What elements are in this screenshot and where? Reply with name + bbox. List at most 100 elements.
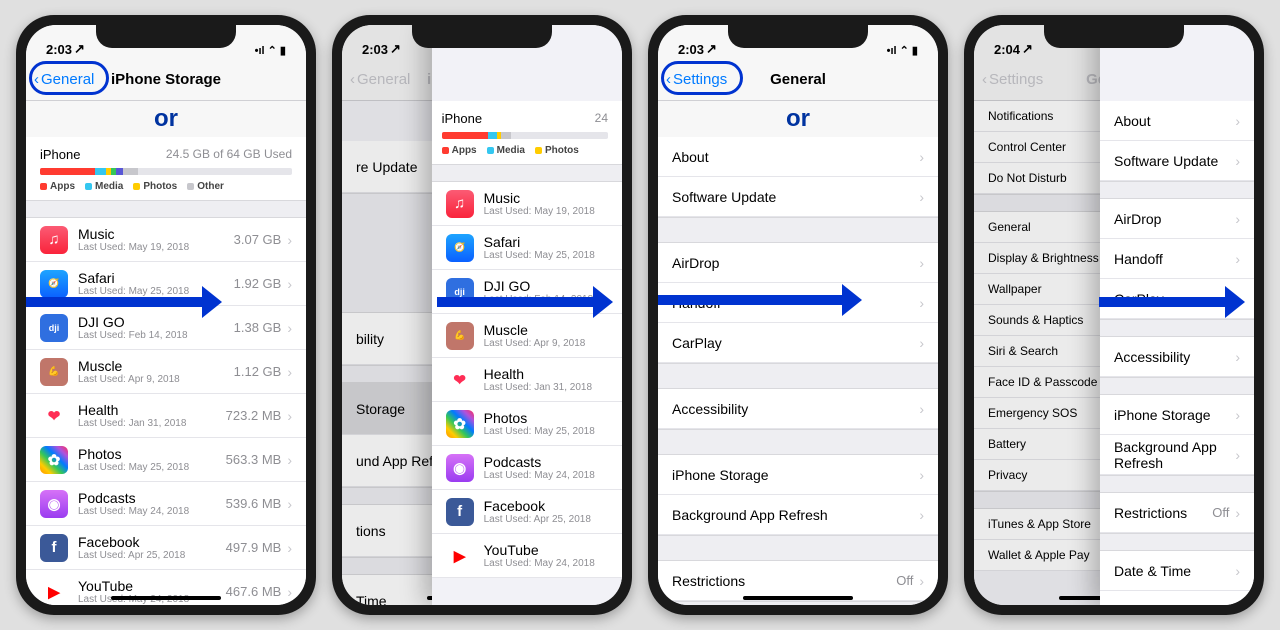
app-last-used: Last Used: Apr 25, 2018	[484, 514, 608, 525]
app-name: Muscle	[78, 358, 234, 374]
app-row-facebook[interactable]: f Facebook Last Used: Apr 25, 2018	[432, 490, 622, 534]
row-software-update[interactable]: Software Update›	[658, 177, 938, 217]
chevron-left-icon: ‹	[666, 71, 671, 88]
chevron-right-icon: ›	[287, 320, 292, 336]
app-size: 1.38 GB	[234, 320, 282, 335]
row-accessibility[interactable]: Accessibility›	[658, 389, 938, 429]
app-row-podcasts[interactable]: ◉ Podcasts Last Used: May 24, 2018 539.6…	[26, 482, 306, 526]
app-last-used: Last Used: May 24, 2018	[78, 506, 226, 517]
row-label: Accessibility	[1114, 349, 1190, 365]
overlay-storage: iPhone 24 Apps Media Photos ♫	[432, 25, 622, 605]
overlay-general: About›Software Update›AirDrop›Handoff›Ca…	[1100, 25, 1254, 605]
row-accessibility[interactable]: Accessibility›	[1100, 337, 1254, 377]
chevron-right-icon: ›	[287, 364, 292, 380]
app-icon: ✿	[446, 410, 474, 438]
app-name: Photos	[484, 410, 608, 426]
app-row-muscle[interactable]: 💪 Muscle Last Used: Apr 9, 2018	[432, 314, 622, 358]
chevron-right-icon: ›	[287, 452, 292, 468]
app-last-used: Last Used: Feb 14, 2018	[78, 330, 234, 341]
app-row-dji-go[interactable]: dji DJI GO Last Used: Feb 14, 2018 1.38 …	[26, 306, 306, 350]
row-about[interactable]: About›	[1100, 101, 1254, 141]
phone-3-general: 2:03↗ •ıl ⌃ ▮ ‹Settings General or About…	[648, 15, 948, 615]
row-label: AirDrop	[1114, 211, 1161, 227]
app-last-used: Last Used: Jan 31, 2018	[78, 418, 226, 429]
app-last-used: Last Used: Apr 9, 2018	[78, 374, 234, 385]
restrictions-value: Off	[1212, 505, 1229, 520]
app-icon: ♫	[446, 190, 474, 218]
row-restrictions[interactable]: RestrictionsOff›	[658, 561, 938, 601]
row-iphone-storage[interactable]: iPhone Storage›	[658, 455, 938, 495]
row-label: Date & Time	[1114, 563, 1191, 579]
chevron-right-icon: ›	[287, 584, 292, 600]
app-row-podcasts[interactable]: ◉ Podcasts Last Used: May 24, 2018	[432, 446, 622, 490]
app-row-dji-go[interactable]: dji DJI GO Last Used: Feb 14, 2018	[432, 270, 622, 314]
app-name: Health	[484, 366, 608, 382]
row-label: AirDrop	[672, 255, 719, 271]
row-label: iPhone Storage	[672, 467, 769, 483]
location-icon: ↗	[74, 41, 85, 57]
phone-2-storage-swipe: 2:03↗ •ıl ⌃ ▮ ‹General iPhone Storage re…	[332, 15, 632, 615]
row-label: About	[672, 149, 709, 165]
back-button[interactable]: ‹General	[350, 71, 410, 88]
row-label: Wallet & Apple Pay	[988, 548, 1090, 562]
app-last-used: Last Used: May 25, 2018	[484, 250, 608, 261]
app-row-facebook[interactable]: f Facebook Last Used: Apr 25, 2018 497.9…	[26, 526, 306, 570]
row-label: Siri & Search	[988, 344, 1058, 358]
row-background-app-refresh[interactable]: Background App Refresh›	[658, 495, 938, 535]
row-handoff[interactable]: Handoff›	[1100, 239, 1254, 279]
notch	[96, 25, 236, 48]
app-icon: ◉	[446, 454, 474, 482]
app-row-safari[interactable]: 🧭 Safari Last Used: May 25, 2018	[432, 226, 622, 270]
app-name: YouTube	[78, 578, 226, 594]
app-icon: ❤	[40, 402, 68, 430]
back-button-settings[interactable]: ‹Settings	[666, 71, 727, 88]
app-row-youtube[interactable]: ▶ YouTube Last Used: May 24, 2018	[432, 534, 622, 578]
row-label: Face ID & Passcode	[988, 375, 1097, 389]
app-icon: 💪	[446, 322, 474, 350]
chevron-right-icon: ›	[919, 335, 924, 351]
app-icon: dji	[446, 278, 474, 306]
app-row-health[interactable]: ❤ Health Last Used: Jan 31, 2018	[432, 358, 622, 402]
chevron-right-icon: ›	[919, 255, 924, 271]
row-airdrop[interactable]: AirDrop›	[1100, 199, 1254, 239]
app-last-used: Last Used: Jan 31, 2018	[484, 382, 608, 393]
row-carplay[interactable]: CarPlay›	[1100, 279, 1254, 319]
app-row-safari[interactable]: 🧭 Safari Last Used: May 25, 2018 1.92 GB…	[26, 262, 306, 306]
app-icon: f	[40, 534, 68, 562]
row-label: Restrictions	[1114, 505, 1187, 521]
chevron-right-icon: ›	[1235, 563, 1240, 579]
app-last-used: Last Used: May 25, 2018	[78, 286, 234, 297]
app-row-health[interactable]: ❤ Health Last Used: Jan 31, 2018 723.2 M…	[26, 394, 306, 438]
app-last-used: Last Used: May 25, 2018	[484, 426, 608, 437]
phone-4-general-swipe: 2:04↗ •ıl ⌃ ▮ ‹Settings General Notifica…	[964, 15, 1264, 615]
row-date-time[interactable]: Date & Time ›	[1100, 551, 1254, 591]
app-last-used: Last Used: Apr 9, 2018	[484, 338, 608, 349]
app-icon: ▶	[40, 578, 68, 606]
app-last-used: Last Used: May 24, 2018	[484, 558, 608, 569]
app-name: DJI GO	[78, 314, 234, 330]
row-restrictions[interactable]: RestrictionsOff›	[1100, 493, 1254, 533]
app-icon: ♫	[40, 226, 68, 254]
app-name: Health	[78, 402, 226, 418]
app-row-muscle[interactable]: 💪 Muscle Last Used: Apr 9, 2018 1.12 GB›	[26, 350, 306, 394]
storage-used: 24.5 GB of 64 GB Used	[166, 147, 292, 162]
back-button[interactable]: ‹ General	[34, 71, 94, 88]
app-name: Podcasts	[78, 490, 226, 506]
app-row-photos[interactable]: ✿ Photos Last Used: May 25, 2018 563.3 M…	[26, 438, 306, 482]
app-icon: 🧭	[446, 234, 474, 262]
row-airdrop[interactable]: AirDrop ›	[658, 243, 938, 283]
nav-bar: ‹ General iPhone Storage	[26, 59, 306, 101]
row-about[interactable]: About›	[658, 137, 938, 177]
row-handoff[interactable]: Handoff›	[658, 283, 938, 323]
row-software-update[interactable]: Software Update›	[1100, 141, 1254, 181]
restrictions-value: Off	[896, 573, 913, 588]
row-background-app-refresh[interactable]: Background App Refresh›	[1100, 435, 1254, 475]
row-iphone-storage[interactable]: iPhone Storage›	[1100, 395, 1254, 435]
app-row-music[interactable]: ♫ Music Last Used: May 19, 2018	[432, 182, 622, 226]
row-keyboard[interactable]: Keyboard›	[1100, 591, 1254, 605]
chevron-right-icon: ›	[919, 295, 924, 311]
chevron-right-icon: ›	[1235, 291, 1240, 307]
app-row-photos[interactable]: ✿ Photos Last Used: May 25, 2018	[432, 402, 622, 446]
app-row-music[interactable]: ♫ Music Last Used: May 19, 2018 3.07 GB›	[26, 218, 306, 262]
row-carplay[interactable]: CarPlay›	[658, 323, 938, 363]
